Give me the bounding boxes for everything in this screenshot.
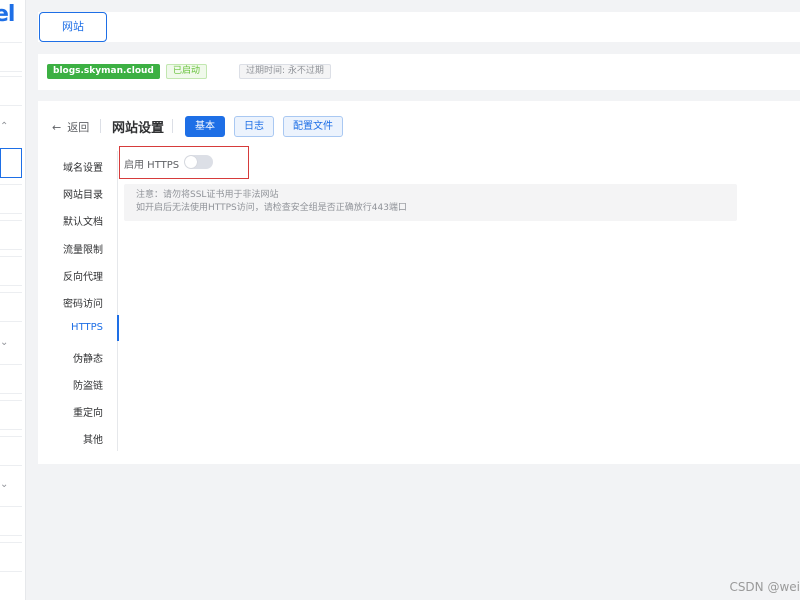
sidebar: el ⌃ ⌄ ⌄ (0, 0, 26, 600)
sidebar-item[interactable] (0, 436, 22, 466)
sidebar-item[interactable] (0, 292, 22, 322)
sidebar-item[interactable] (0, 184, 22, 214)
chevron-down-icon[interactable]: ⌄ (0, 338, 10, 348)
arrow-left-icon: ← (52, 121, 62, 134)
sidebar-item[interactable] (0, 364, 22, 394)
https-label: 启用 HTTPS (124, 160, 180, 171)
sidebar-item[interactable] (0, 220, 22, 250)
chevron-down-icon[interactable]: ⌄ (0, 480, 10, 490)
app-logo: el (0, 2, 15, 27)
notice-line: 如开启后无法使用HTTPS访问，请检查安全组是否正确放行443端口 (136, 203, 407, 213)
active-indicator (117, 315, 119, 341)
config-file-button[interactable]: 配置文件 (283, 116, 343, 137)
sidebar-item[interactable] (0, 506, 22, 536)
back-button[interactable]: ← 返回 (52, 119, 89, 135)
sidebar-item[interactable] (0, 542, 22, 572)
settings-menu: 域名设置 网站目录 默认文档 流量限制 反向代理 密码访问 HTTPS 伪静态 … (38, 151, 119, 451)
menu-item-default-doc[interactable]: 默认文档 (63, 213, 103, 228)
menu-item-site-dir[interactable]: 网站目录 (63, 186, 103, 201)
chevron-up-icon[interactable]: ⌃ (0, 122, 10, 132)
site-domain-badge[interactable]: blogs.skyman.cloud (47, 64, 160, 79)
tab-bar: 网站 (38, 12, 800, 42)
notice-box: 注意：请勿将SSL证书用于非法网站 如开启后无法使用HTTPS访问，请检查安全组… (124, 184, 737, 221)
menu-item-https[interactable]: HTTPS (71, 322, 103, 333)
menu-item-traffic-limit[interactable]: 流量限制 (63, 241, 103, 256)
basic-button[interactable]: 基本 (185, 116, 225, 137)
sidebar-item[interactable] (0, 400, 22, 430)
sidebar-item[interactable] (0, 76, 22, 106)
divider (172, 119, 173, 133)
watermark: CSDN @wei (729, 580, 800, 594)
log-button[interactable]: 日志 (234, 116, 274, 137)
settings-header: ← 返回 网站设置 基本 日志 配置文件 (38, 101, 800, 151)
site-info-bar: blogs.skyman.cloud 已启动 过期时间: 永不过期 (38, 54, 800, 90)
https-setting-highlight: 启用 HTTPS (119, 146, 249, 179)
back-label: 返回 (67, 121, 90, 134)
notice-line: 注意：请勿将SSL证书用于非法网站 (136, 190, 279, 200)
sidebar-item[interactable] (0, 42, 22, 72)
status-badge: 已启动 (166, 64, 208, 79)
menu-item-rewrite[interactable]: 伪静态 (73, 350, 103, 365)
https-toggle[interactable] (184, 155, 213, 169)
sidebar-item[interactable] (0, 256, 22, 286)
menu-item-hotlink[interactable]: 防盗链 (73, 377, 103, 392)
menu-item-password-access[interactable]: 密码访问 (63, 295, 103, 310)
expiry-badge: 过期时间: 永不过期 (239, 64, 331, 79)
menu-item-reverse-proxy[interactable]: 反向代理 (63, 268, 103, 283)
menu-item-domain[interactable]: 域名设置 (63, 159, 103, 174)
settings-card: ← 返回 网站设置 基本 日志 配置文件 域名设置 网站目录 默认文档 流量限制 … (38, 101, 800, 464)
toggle-knob (185, 156, 197, 168)
menu-item-redirect[interactable]: 重定向 (73, 404, 103, 419)
tab-website[interactable]: 网站 (39, 12, 107, 42)
page-title: 网站设置 (112, 121, 165, 136)
menu-item-other[interactable]: 其他 (83, 431, 103, 446)
divider (100, 119, 101, 133)
sidebar-item-active[interactable] (0, 148, 22, 178)
